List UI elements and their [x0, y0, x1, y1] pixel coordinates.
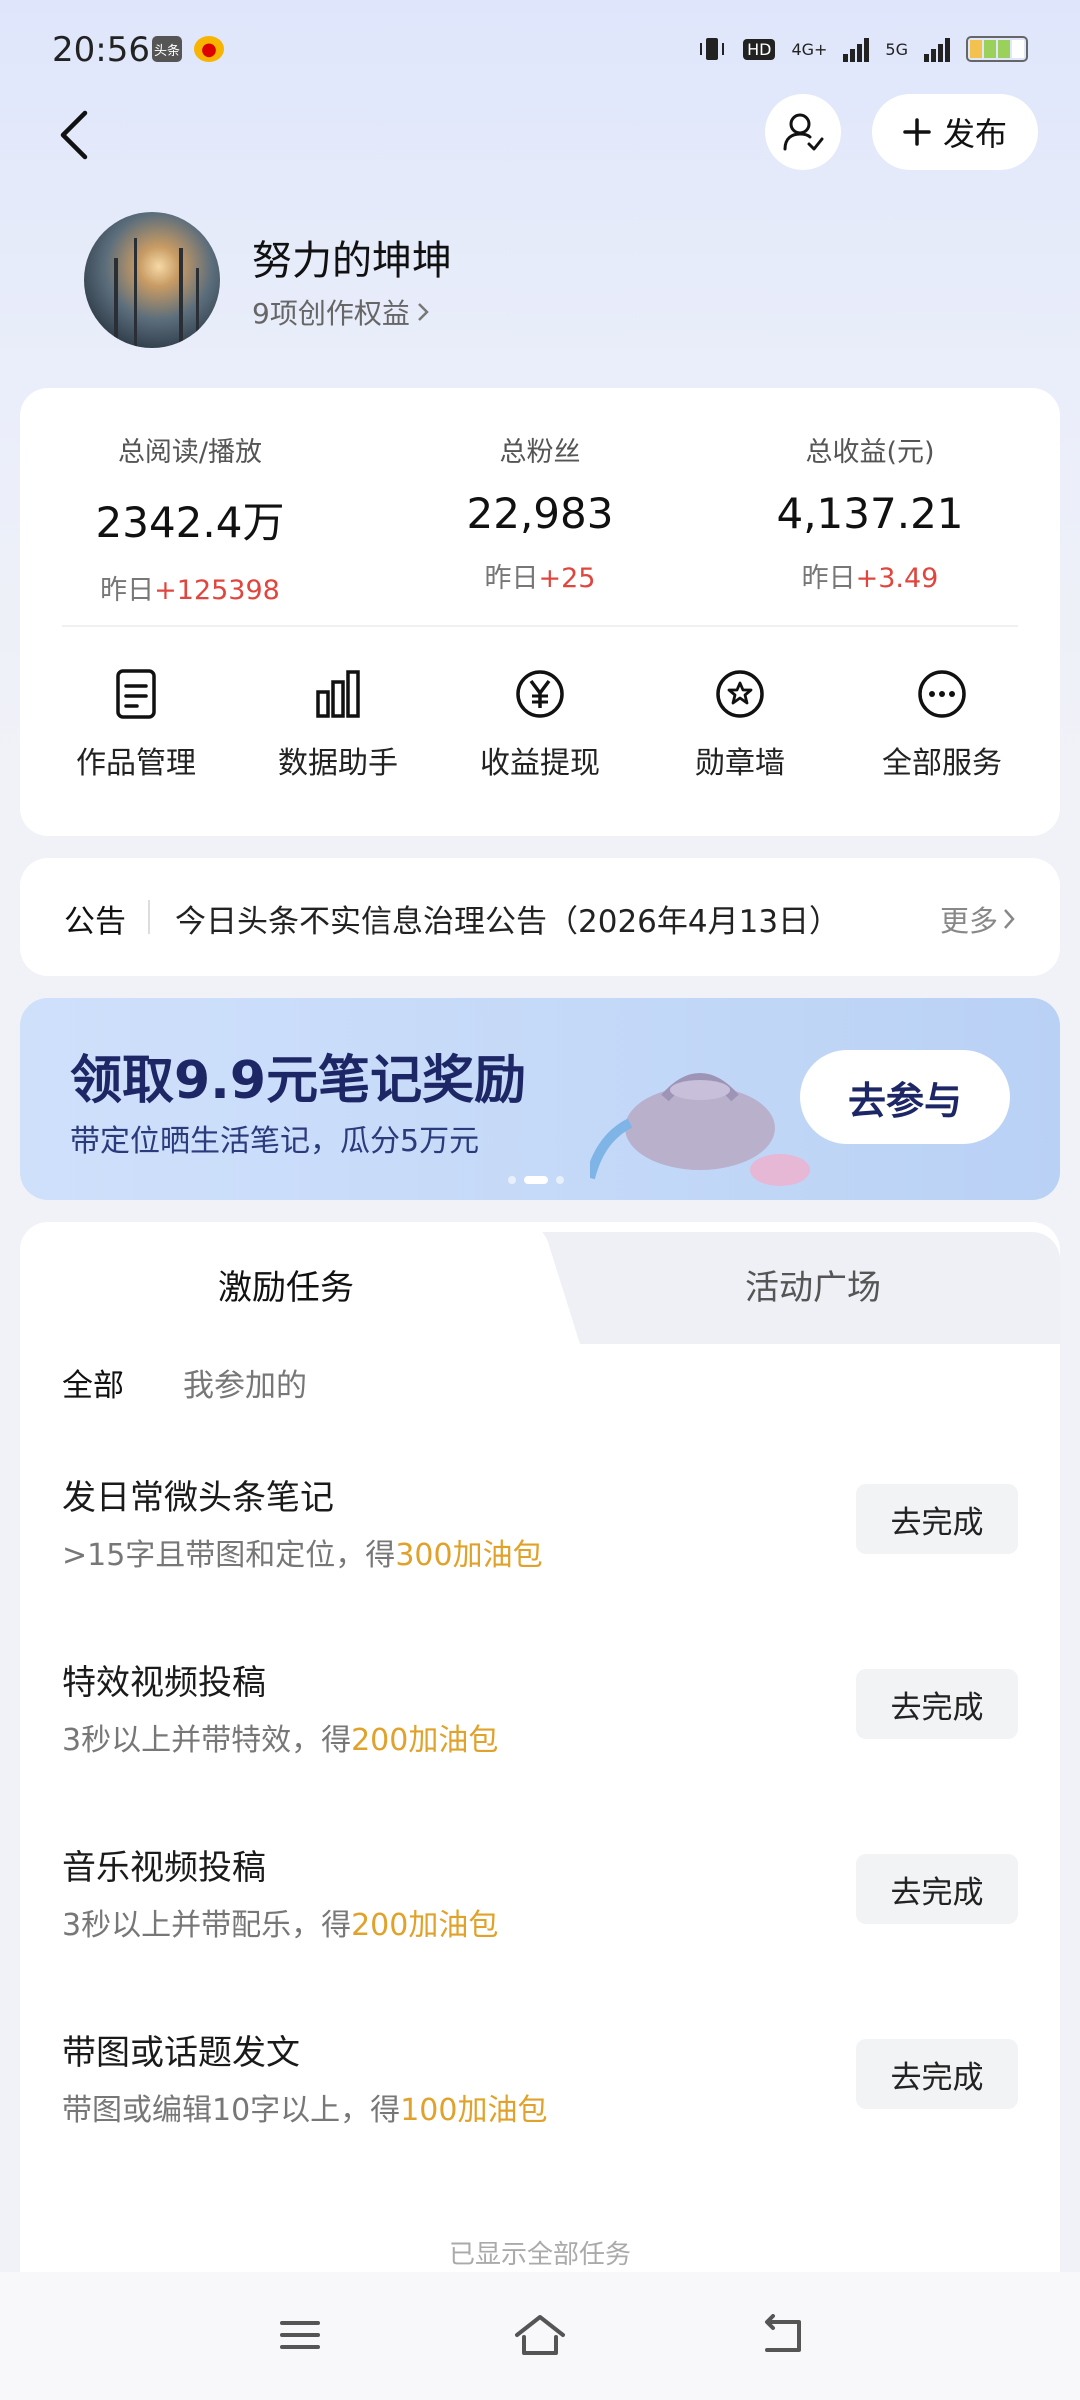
stat-label: 总收益(元): [805, 437, 935, 468]
banner-join-button[interactable]: 去参与: [800, 1050, 1010, 1144]
task-complete-button[interactable]: 去完成: [856, 1484, 1018, 1554]
task-complete-button[interactable]: 去完成: [856, 1854, 1018, 1924]
task-title: 音乐视频投稿: [62, 1848, 266, 1888]
badge-icon: [712, 666, 768, 722]
stat-value: 2342.4万: [95, 498, 285, 547]
banner-pagination: [508, 1176, 564, 1184]
tool-income-withdraw[interactable]: 收益提现: [440, 666, 640, 782]
system-nav-bar: [0, 2272, 1080, 2400]
menu-icon: [280, 2321, 320, 2349]
tool-badge-wall[interactable]: 勋章墙: [640, 666, 840, 782]
notice-text[interactable]: 今日头条不实信息治理公告（2026年4月13日）: [175, 896, 840, 941]
tasks-card: 激励任务 活动广场 全部 我参加的 发日常微头条笔记 >15字且带图和定位，得3…: [20, 1222, 1060, 2272]
document-icon: [108, 666, 164, 722]
stats-divider: [62, 625, 1018, 627]
tab-incentive-tasks[interactable]: 激励任务: [218, 1260, 354, 1309]
yen-icon: [512, 666, 568, 722]
weibo-icon: ●: [194, 36, 224, 62]
task-desc: 带图或编辑10字以上，得100加油包: [62, 2093, 548, 2128]
task-desc: 3秒以上并带特效，得200加油包: [62, 1723, 499, 1758]
status-time: 20:56: [52, 30, 150, 70]
status-indicators: HD 4G+ 5G: [697, 34, 1028, 64]
system-back-button[interactable]: [752, 2310, 812, 2360]
task-complete-button[interactable]: 去完成: [856, 1669, 1018, 1739]
profile-name[interactable]: 努力的坤坤: [252, 228, 452, 286]
user-check-button[interactable]: [765, 94, 841, 170]
bar-chart-icon: [310, 666, 366, 722]
tool-label: 全部服务: [882, 746, 1002, 781]
stats-card: 总阅读/播放 2342.4万 昨日+125398 总粉丝 22,983 昨日+2…: [20, 388, 1060, 836]
task-item: 发日常微头条笔记 >15字且带图和定位，得300加油包 去完成: [20, 1470, 1060, 1600]
more-icon: [914, 666, 970, 722]
notice-card[interactable]: 公告 今日头条不实信息治理公告（2026年4月13日） 更多: [20, 858, 1060, 976]
tool-works-management[interactable]: 作品管理: [36, 666, 236, 782]
creator-rights-label: 9项创作权益: [252, 297, 410, 330]
tool-all-services[interactable]: 全部服务: [842, 666, 1042, 782]
vibrate-icon: [700, 38, 725, 60]
task-title: 带图或话题发文: [62, 2033, 300, 2073]
tool-label: 作品管理: [76, 746, 196, 781]
promo-banner[interactable]: 领取9.9元笔记奖励 带定位晒生活笔记，瓜分5万元 去参与: [20, 998, 1060, 1200]
plus-icon: [903, 118, 931, 146]
filter-all[interactable]: 全部: [62, 1360, 124, 1405]
menu-button[interactable]: [270, 2310, 330, 2360]
task-desc: >15字且带图和定位，得300加油包: [62, 1538, 543, 1573]
hd-indicator: HD: [743, 38, 776, 60]
stat-delta: 昨日+25: [484, 563, 596, 594]
task-desc: 3秒以上并带配乐，得200加油包: [62, 1908, 499, 1943]
notice-divider: [148, 900, 150, 934]
notice-more-link[interactable]: 更多: [940, 898, 1016, 940]
back-arrow-icon: [60, 110, 88, 160]
tool-label: 收益提现: [480, 746, 600, 781]
publish-label: 发布: [942, 115, 1007, 153]
status-bar: 20:56 头条 ● HD 4G+ 5G: [0, 0, 1080, 100]
banner-title: 领取9.9元笔记奖励: [70, 1051, 527, 1111]
stat-total-reads[interactable]: 总阅读/播放 2342.4万 昨日+125398: [40, 430, 340, 607]
signal-icon-2: [924, 36, 950, 62]
task-item: 带图或话题发文 带图或编辑10字以上，得100加油包 去完成: [20, 2025, 1060, 2155]
task-title: 发日常微头条笔记: [62, 1478, 334, 1518]
home-icon: [515, 2315, 565, 2355]
home-button[interactable]: [510, 2310, 570, 2360]
stat-value: 4,137.21: [776, 489, 964, 538]
network-4g-label: 4G+: [791, 39, 828, 59]
task-item: 特效视频投稿 3秒以上并带特效，得200加油包 去完成: [20, 1655, 1060, 1785]
status-app-icons: 头条 ●: [152, 36, 224, 62]
stat-value: 22,983: [466, 489, 614, 538]
battery-icon: [966, 36, 1028, 62]
chevron-right-icon: [1004, 909, 1015, 929]
toutiao-app-icon: 头条: [152, 36, 182, 62]
tool-data-assistant[interactable]: 数据助手: [238, 666, 438, 782]
stat-label: 总粉丝: [499, 437, 581, 468]
back-icon: [765, 2314, 801, 2352]
publish-button[interactable]: 发布: [872, 94, 1038, 170]
task-title: 特效视频投稿: [62, 1663, 266, 1703]
chevron-right-icon: [417, 303, 429, 321]
stat-delta: 昨日+125398: [100, 575, 280, 606]
tool-label: 数据助手: [278, 746, 398, 781]
stat-label: 总阅读/播放: [117, 437, 263, 468]
back-button[interactable]: [40, 100, 110, 170]
stat-total-income[interactable]: 总收益(元) 4,137.21 昨日+3.49: [720, 430, 1020, 595]
avatar[interactable]: [84, 212, 220, 348]
tasks-footer: 已显示全部任务: [448, 2240, 631, 2270]
stat-delta: 昨日+3.49: [801, 563, 939, 594]
tool-label: 勋章墙: [695, 746, 785, 781]
tab-activity-square[interactable]: 活动广场: [745, 1260, 881, 1309]
user-check-icon: [783, 113, 824, 151]
notice-more-label: 更多: [939, 904, 998, 938]
task-complete-button[interactable]: 去完成: [856, 2039, 1018, 2109]
creator-rights-link[interactable]: 9项创作权益: [252, 292, 430, 332]
banner-subtitle: 带定位晒生活笔记，瓜分5万元: [70, 1124, 480, 1159]
notice-tag: 公告: [64, 904, 126, 940]
task-item: 音乐视频投稿 3秒以上并带配乐，得200加油包 去完成: [20, 1840, 1060, 1970]
filter-joined[interactable]: 我参加的: [183, 1360, 307, 1405]
stat-total-fans[interactable]: 总粉丝 22,983 昨日+25: [390, 430, 690, 595]
signal-icon-1: [843, 36, 870, 62]
network-5g-label: 5G: [885, 39, 908, 59]
